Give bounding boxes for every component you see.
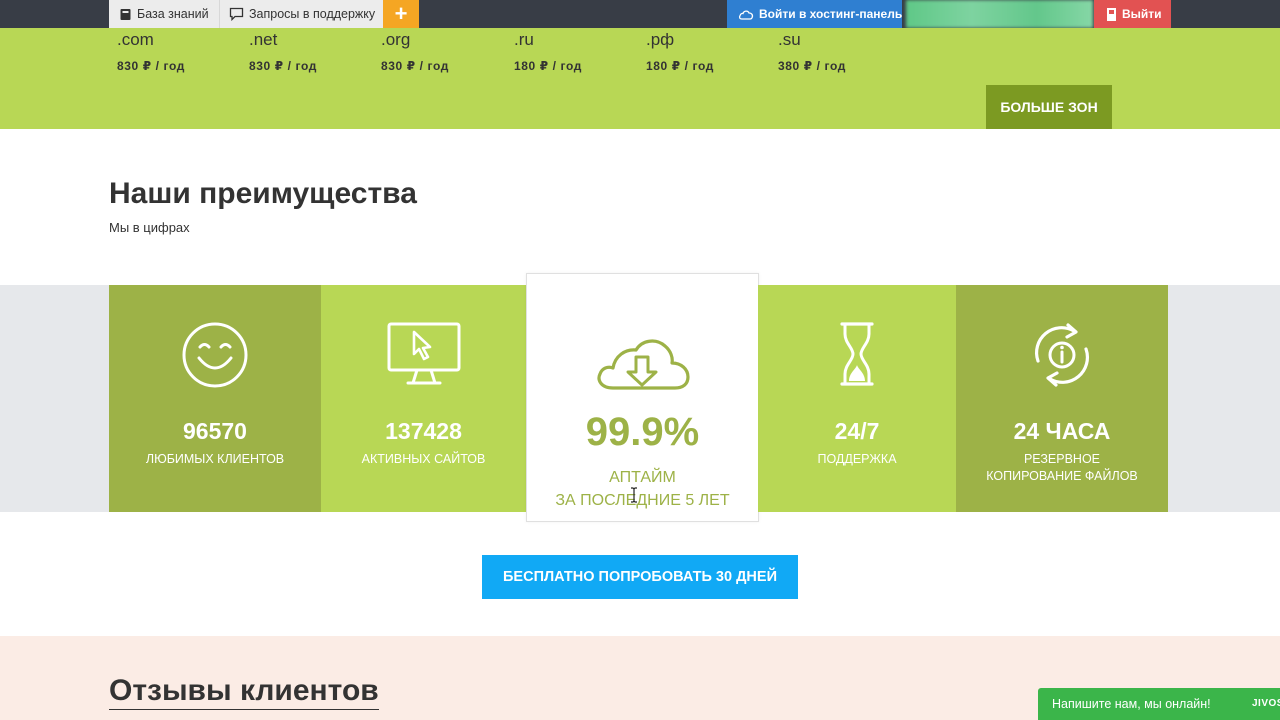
stat-label-line: КОПИРОВАНИЕ ФАЙЛОВ: [986, 469, 1138, 483]
zone-name: .net: [249, 30, 278, 49]
stat-value: 137428: [385, 418, 462, 444]
knowledge-base-button[interactable]: База знаний: [109, 0, 219, 28]
advantages-subtitle: Мы в цифрах: [109, 220, 190, 235]
top-bar: База знаний Запросы в поддержку + Войти …: [0, 0, 1280, 28]
stat-card-uptime: 99.9% АПТАЙМ ЗА ПОСЛЕДНИЕ 5 ЛЕТ: [526, 273, 759, 522]
chat-bubble-icon: [229, 7, 244, 21]
cloud-icon: [738, 9, 754, 20]
stat-value: 24 ЧАСА: [1013, 418, 1111, 444]
support-requests-label: Запросы в поддержку: [249, 7, 376, 21]
domain-zone-item[interactable]: .ru 180 ₽ / год: [514, 30, 634, 73]
domain-zone-item[interactable]: .рф 180 ₽ / год: [646, 30, 766, 73]
chat-widget[interactable]: Напишите нам, мы онлайн! JIVOS: [1038, 688, 1280, 720]
zone-price: 180 ₽ / год: [646, 59, 714, 73]
stat-card-backup: 24 ЧАСА РЕЗЕРВНОЕ КОПИРОВАНИЕ ФАЙЛОВ: [956, 285, 1168, 512]
reviews-title: Отзывы клиентов: [109, 674, 379, 710]
hourglass-icon: [840, 322, 874, 386]
knowledge-base-label: База знаний: [137, 7, 209, 21]
zone-price: 830 ₽ / год: [249, 59, 317, 73]
stat-label-line: ЗА ПОСЛЕДНИЕ 5 ЛЕТ: [555, 492, 730, 509]
hosting-panel-label: Войти в хостинг-панель: [759, 7, 903, 21]
more-zones-button[interactable]: БОЛЬШЕ ЗОН: [986, 85, 1112, 129]
zone-price: 830 ₽ / год: [117, 59, 185, 73]
stat-label-line: АПТАЙМ: [609, 469, 676, 486]
zone-name: .com: [117, 30, 154, 49]
zone-name: .org: [381, 30, 411, 49]
stat-card-clients: 96570 ЛЮБИМЫХ КЛИЕНТОВ: [109, 285, 321, 512]
advantages-title: Наши преимущества: [109, 177, 417, 210]
backup-sync-icon: [1034, 323, 1090, 387]
stat-card-sites: 137428 АКТИВНЫХ САЙТОВ: [321, 285, 526, 512]
cloud-download-icon: [596, 339, 690, 390]
domain-zone-item[interactable]: .net 830 ₽ / год: [249, 30, 369, 73]
stat-value: 96570: [183, 418, 247, 444]
chat-brand: JIVOS: [1252, 698, 1280, 709]
domain-zone-item[interactable]: .su 380 ₽ / год: [778, 30, 898, 73]
monitor-cursor-icon: [387, 322, 460, 385]
chat-label: Напишите нам, мы онлайн!: [1052, 697, 1211, 711]
stat-label: АПТАЙМ ЗА ПОСЛЕДНИЕ 5 ЛЕТ: [527, 466, 758, 512]
stat-label: ЛЮБИМЫХ КЛИЕНТОВ: [145, 452, 285, 466]
zone-price: 830 ₽ / год: [381, 59, 449, 73]
stat-label: ПОДДЕРЖКА: [817, 452, 897, 466]
zone-name: .su: [778, 30, 801, 49]
domain-zone-item[interactable]: .com 830 ₽ / год: [117, 30, 237, 73]
zone-price: 180 ₽ / год: [514, 59, 582, 73]
free-trial-button[interactable]: БЕСПЛАТНО ПОПРОБОВАТЬ 30 ДНЕЙ: [482, 555, 798, 599]
smiley-icon: [182, 322, 248, 388]
stat-value: 99.9%: [585, 410, 700, 454]
zone-name: .рф: [646, 30, 675, 49]
logout-button[interactable]: Выйти: [1094, 0, 1171, 28]
support-requests-button[interactable]: Запросы в поддержку: [219, 0, 383, 28]
hosting-panel-button[interactable]: Войти в хостинг-панель: [727, 0, 902, 28]
logout-label: Выйти: [1122, 7, 1162, 21]
book-icon: [120, 8, 131, 20]
zone-name: .ru: [514, 30, 534, 49]
text-cursor-icon: [631, 487, 637, 503]
zone-price: 380 ₽ / год: [778, 59, 846, 73]
domain-zone-item[interactable]: .org 830 ₽ / год: [381, 30, 501, 73]
stat-value: 24/7: [834, 418, 880, 444]
stat-label: РЕЗЕРВНОЕ КОПИРОВАНИЕ ФАЙЛОВ: [956, 451, 1168, 485]
stat-label-line: РЕЗЕРВНОЕ: [1023, 452, 1101, 466]
stat-card-support: 24/7 ПОДДЕРЖКА: [758, 285, 956, 512]
add-button[interactable]: +: [383, 0, 419, 28]
door-icon: [1107, 7, 1116, 21]
stat-label: АКТИВНЫХ САЙТОВ: [361, 452, 486, 466]
user-account-area[interactable]: [906, 0, 1093, 28]
domain-zones-section: .com 830 ₽ / год .net 830 ₽ / год .org 8…: [0, 28, 1280, 129]
